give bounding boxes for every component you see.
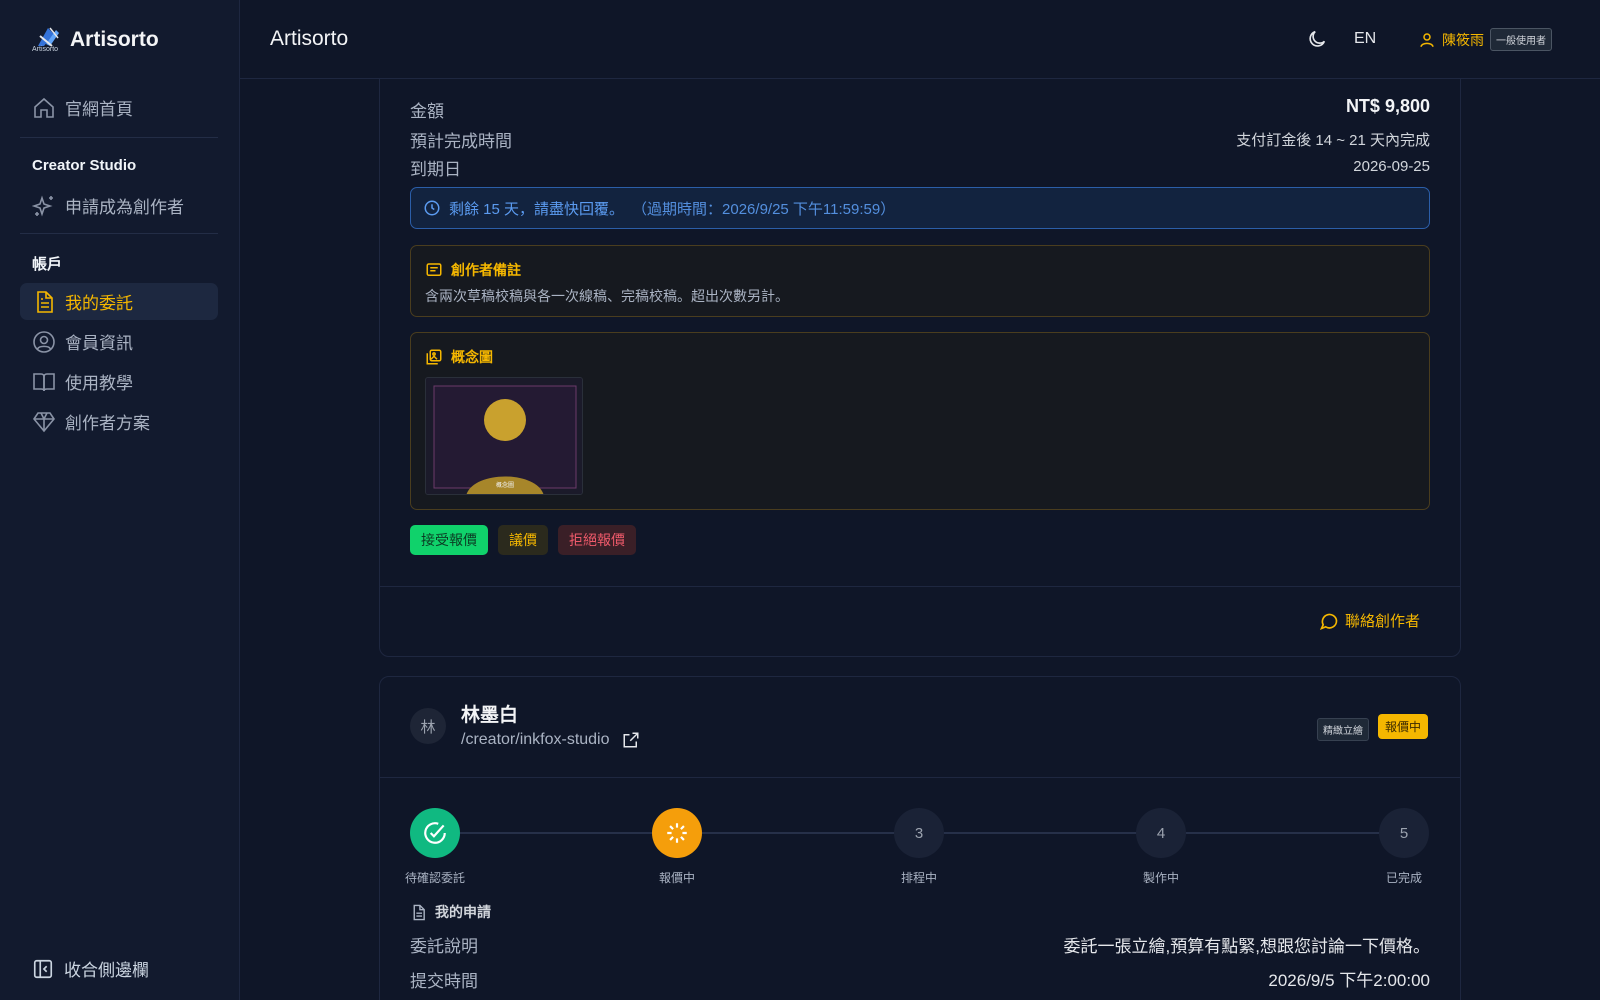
divider bbox=[379, 586, 1461, 587]
external-link-icon bbox=[623, 732, 639, 748]
collapse-label: 收合側邊欄 bbox=[64, 961, 149, 980]
divider bbox=[20, 137, 218, 138]
moon-icon bbox=[1309, 30, 1326, 47]
sidebar: Artisorto Artisorto 官網首頁 Creator Studio … bbox=[0, 0, 240, 1000]
sidebar-item-apply-creator[interactable]: 申請成為創作者 bbox=[20, 187, 218, 224]
deadline-text: 剩餘 15 天，請盡快回覆。 bbox=[449, 200, 625, 218]
language-button[interactable]: EN bbox=[1354, 30, 1376, 48]
note-title: 創作者備註 bbox=[451, 262, 521, 278]
concept-title: 概念圖 bbox=[451, 349, 493, 365]
home-icon bbox=[34, 97, 54, 118]
request-section-title: 我的申請 bbox=[410, 902, 491, 922]
sidebar-item-tutorial[interactable]: 使用教學 bbox=[20, 363, 218, 400]
brand-logo[interactable]: Artisorto Artisorto bbox=[32, 24, 159, 56]
user-icon bbox=[1420, 32, 1434, 47]
message-square-icon bbox=[426, 263, 442, 276]
sidebar-item-home[interactable]: 官網首頁 bbox=[20, 89, 218, 126]
amount-label: 金額 bbox=[410, 102, 444, 121]
gem-icon bbox=[33, 411, 55, 432]
file-text-icon bbox=[413, 904, 425, 920]
step-3: 3 bbox=[894, 808, 944, 858]
image-icon bbox=[426, 349, 442, 365]
chat-bubble-icon bbox=[1319, 613, 1338, 630]
concept-thumbnail[interactable]: 概念圖 bbox=[425, 377, 583, 495]
step-1-done bbox=[410, 808, 460, 858]
step-4: 4 bbox=[1136, 808, 1186, 858]
note-text: 含兩次草稿校稿與各一次線稿、完稿校稿。超出次數另計。 bbox=[425, 288, 789, 304]
description-value: 委託一張立繪,預算有點緊,想跟您討論一下價格。 bbox=[1063, 937, 1430, 956]
page-title: Artisorto bbox=[270, 27, 349, 50]
top-header: Artisorto EN 陳筱雨 一般使用者 bbox=[240, 0, 1600, 79]
artisorto-logo-icon: Artisorto bbox=[32, 24, 62, 56]
eta-value: 支付訂金後 14 ~ 21 天內完成 bbox=[1236, 132, 1430, 149]
loader-icon bbox=[667, 823, 687, 843]
commission-type-tag: 精緻立繪 bbox=[1317, 718, 1369, 741]
account-title: 帳戶 bbox=[32, 256, 63, 273]
deadline-notice: 剩餘 15 天，請盡快回覆。 （過期時間：2026/9/25 下午11:59:5… bbox=[410, 187, 1430, 229]
deadline-expiry: （過期時間：2026/9/25 下午11:59:59） bbox=[632, 200, 896, 218]
step-label: 待確認委託 bbox=[404, 871, 465, 885]
divider bbox=[379, 777, 1461, 778]
step-label: 報價中 bbox=[658, 871, 695, 885]
user-name: 陳筱雨 bbox=[1442, 31, 1484, 48]
user-menu[interactable]: 陳筱雨 一般使用者 bbox=[1418, 28, 1552, 51]
due-date-value: 2026-09-25 bbox=[1353, 158, 1430, 175]
creator-name: 林墨白 bbox=[461, 705, 519, 726]
collapse-sidebar-button[interactable]: 收合側邊欄 bbox=[32, 956, 149, 981]
document-icon bbox=[37, 290, 53, 313]
panel-collapse-icon bbox=[33, 959, 53, 978]
user-circle-icon bbox=[33, 330, 55, 353]
contact-creator-button[interactable]: 聯絡創作者 bbox=[1319, 610, 1420, 631]
submit-time-label: 提交時間 bbox=[410, 972, 478, 991]
step-label: 排程中 bbox=[900, 871, 937, 885]
sidebar-item-creator-plan[interactable]: 創作者方案 bbox=[20, 403, 218, 440]
description-label: 委託說明 bbox=[410, 937, 478, 956]
sidebar-item-label: 會員資訊 bbox=[65, 334, 133, 353]
sidebar-item-label: 創作者方案 bbox=[65, 414, 150, 433]
creator-link[interactable]: /creator/inkfox-studio bbox=[461, 731, 640, 749]
role-badge: 一般使用者 bbox=[1490, 28, 1552, 51]
status-badge: 報價中 bbox=[1378, 714, 1429, 739]
request-title: 我的申請 bbox=[435, 904, 491, 920]
sidebar-item-label: 申請成為創作者 bbox=[65, 198, 184, 217]
sidebar-item-my-commissions[interactable]: 我的委託 bbox=[20, 283, 218, 320]
submit-time-value: 2026/9/5 下午2:00:00 bbox=[1268, 971, 1430, 990]
avatar: 林 bbox=[410, 708, 446, 744]
sidebar-item-label: 使用教學 bbox=[65, 374, 133, 393]
reject-quote-button[interactable]: 拒絕報價 bbox=[558, 525, 636, 555]
brand-sub: Artisorto bbox=[32, 46, 59, 53]
amount-value: NT$ 9,800 bbox=[1345, 96, 1430, 116]
divider bbox=[20, 233, 218, 234]
sparkles-icon bbox=[32, 194, 53, 217]
concept-caption: 概念圖 bbox=[496, 483, 515, 489]
negotiate-button[interactable]: 議價 bbox=[498, 525, 548, 555]
step-5: 5 bbox=[1379, 808, 1429, 858]
due-date-label: 到期日 bbox=[410, 160, 461, 179]
step-label: 製作中 bbox=[1142, 871, 1179, 885]
creator-studio-title: Creator Studio bbox=[32, 157, 137, 174]
step-2-current bbox=[652, 808, 702, 858]
sidebar-item-member-info[interactable]: 會員資訊 bbox=[20, 323, 218, 360]
clock-icon bbox=[424, 200, 440, 216]
accept-quote-button[interactable]: 接受報價 bbox=[410, 525, 488, 555]
concept-art-section: 概念圖 概念圖 bbox=[410, 332, 1430, 510]
creator-path: /creator/inkfox-studio bbox=[461, 731, 610, 748]
eta-label: 預計完成時間 bbox=[410, 132, 512, 151]
sidebar-item-label: 我的委託 bbox=[65, 294, 133, 313]
contact-label: 聯絡創作者 bbox=[1344, 613, 1420, 630]
step-label: 已完成 bbox=[1385, 871, 1422, 885]
book-open-icon bbox=[33, 372, 55, 391]
brand-name: Artisorto bbox=[70, 28, 159, 51]
sidebar-item-label: 官網首頁 bbox=[65, 100, 133, 119]
quote-actions: 接受報價 議價 拒絕報價 bbox=[410, 525, 636, 555]
theme-toggle-button[interactable] bbox=[1306, 28, 1330, 52]
check-circle-icon bbox=[424, 822, 446, 844]
creator-note: 創作者備註 含兩次草稿校稿與各一次線稿、完稿校稿。超出次數另計。 bbox=[410, 245, 1430, 317]
